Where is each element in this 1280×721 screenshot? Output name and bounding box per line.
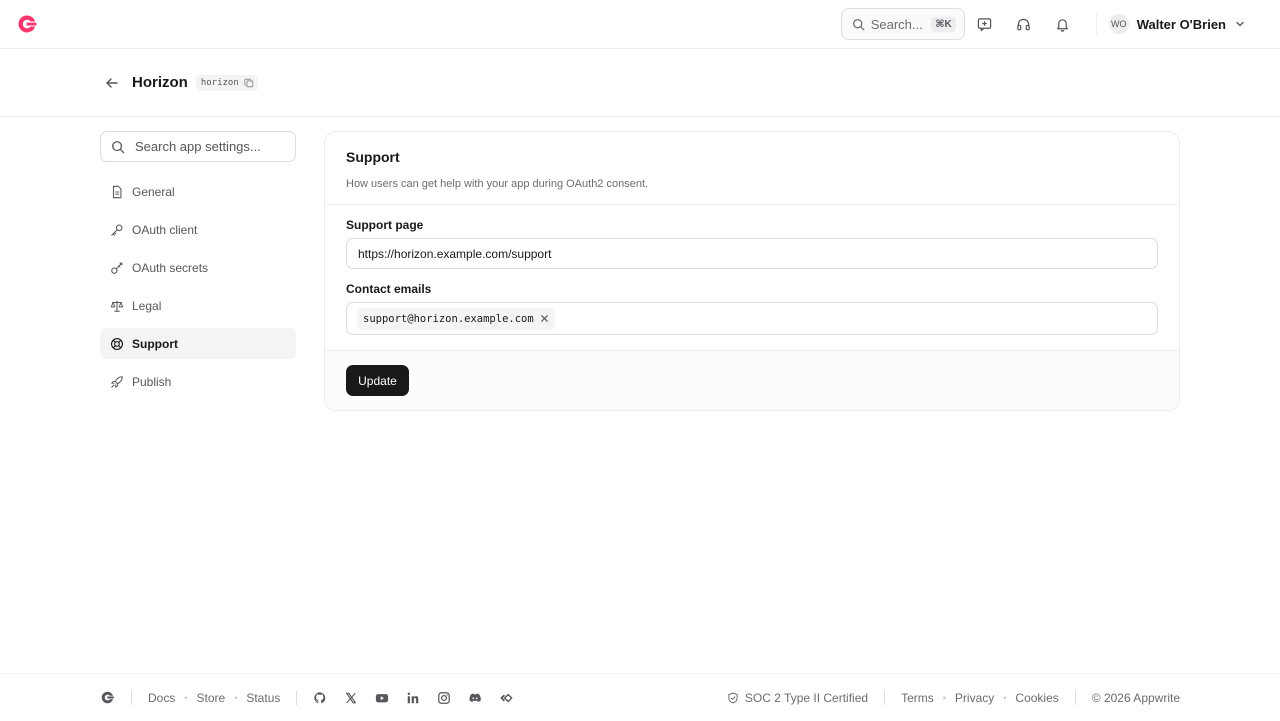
instagram-icon[interactable] <box>437 691 451 705</box>
app-id: horizon <box>200 77 239 88</box>
footer-divider <box>296 690 298 705</box>
appwrite-logo-icon[interactable] <box>100 690 115 705</box>
search-icon <box>111 140 125 154</box>
copyright: © 2026 Appwrite <box>1091 690 1180 705</box>
soc2-label: SOC 2 Type II Certified <box>744 690 869 705</box>
close-icon[interactable] <box>540 314 549 323</box>
key-secret-icon <box>110 261 124 275</box>
footer-dot: • <box>942 692 946 703</box>
footer-dot: • <box>184 692 188 703</box>
user-menu[interactable]: WO Walter O'Brien <box>1108 14 1246 34</box>
key-icon <box>110 223 124 237</box>
scale-icon <box>110 299 124 313</box>
footer-divider <box>131 690 132 705</box>
sidebar-item-general[interactable]: General <box>100 176 296 207</box>
back-button[interactable] <box>104 75 120 91</box>
youtube-icon[interactable] <box>375 691 389 705</box>
footer-link-cookies[interactable]: Cookies <box>1015 691 1058 705</box>
github-icon[interactable] <box>313 691 327 705</box>
contact-emails-label: Contact emails <box>346 282 432 296</box>
avatar: WO <box>1108 14 1129 34</box>
global-search-button[interactable]: Search... ⌘K <box>840 8 965 40</box>
support-card: Support How users can get help with your… <box>324 131 1180 411</box>
search-button-label: Search... <box>870 16 923 32</box>
shield-icon <box>727 692 739 704</box>
app-id-badge: horizon <box>195 74 258 91</box>
settings-sidebar: General OAuth client OAuth secrets Legal… <box>100 131 296 404</box>
topbar-divider <box>1095 13 1097 35</box>
settings-nav: General OAuth client OAuth secrets Legal… <box>100 176 296 397</box>
footer-dot: • <box>1003 692 1007 703</box>
feedback-button[interactable] <box>966 8 1004 40</box>
appwrite-logo-icon[interactable] <box>16 13 38 35</box>
card-header: Support How users can get help with your… <box>325 132 1179 205</box>
sidebar-item-label: Legal <box>132 298 162 313</box>
contact-emails-input[interactable]: support@horizon.example.com <box>346 302 1158 335</box>
sidebar-item-label: OAuth client <box>132 222 198 237</box>
sidebar-item-label: General <box>132 184 175 199</box>
footer-link-privacy[interactable]: Privacy <box>955 691 994 705</box>
footer-divider <box>884 690 886 705</box>
footer-dot: • <box>234 692 238 703</box>
daily-dev-icon[interactable] <box>499 691 513 705</box>
top-bar: Search... ⌘K WO Walter O'Brien <box>0 0 1280 49</box>
card-title: Support <box>346 149 400 165</box>
bell-icon <box>1055 17 1070 32</box>
sidebar-item-label: OAuth secrets <box>132 260 209 275</box>
settings-search-input[interactable] <box>135 139 285 154</box>
lifebuoy-icon <box>110 337 124 351</box>
card-footer: Update <box>325 351 1179 410</box>
email-tag-text: support@horizon.example.com <box>363 312 534 325</box>
discord-icon[interactable] <box>468 691 482 705</box>
footer-link-docs[interactable]: Docs <box>148 691 175 705</box>
email-tag: support@horizon.example.com <box>357 307 555 330</box>
settings-search <box>100 131 296 162</box>
rocket-icon <box>110 375 124 389</box>
page-footer: Docs • Store • Status SOC 2 Type II Cert… <box>0 673 1280 721</box>
document-icon <box>110 185 124 199</box>
arrow-left-icon <box>104 75 120 91</box>
card-description: How users can get help with your app dur… <box>346 178 649 190</box>
sidebar-item-oauth-client[interactable]: OAuth client <box>100 214 296 245</box>
support-page-label: Support page <box>346 218 424 232</box>
support-page-input[interactable] <box>346 238 1158 269</box>
update-button[interactable]: Update <box>346 365 409 396</box>
social-links <box>313 691 513 705</box>
copy-icon[interactable] <box>244 78 254 88</box>
user-name: Walter O'Brien <box>1136 16 1226 32</box>
page-title: Horizon <box>132 74 188 91</box>
footer-link-status[interactable]: Status <box>246 691 280 705</box>
sidebar-item-label: Publish <box>132 374 172 389</box>
support-button[interactable] <box>1005 8 1043 40</box>
search-icon <box>852 18 865 31</box>
sidebar-item-legal[interactable]: Legal <box>100 290 296 321</box>
sidebar-item-label: Support <box>132 336 178 351</box>
card-body: Support page Contact emails support@hori… <box>325 205 1179 351</box>
sidebar-item-support[interactable]: Support <box>100 328 296 359</box>
chevron-down-icon <box>1234 18 1246 30</box>
footer-divider <box>1074 690 1076 705</box>
feedback-icon <box>977 17 992 32</box>
x-icon[interactable] <box>344 691 358 705</box>
linkedin-icon[interactable] <box>406 691 420 705</box>
footer-link-terms[interactable]: Terms <box>901 691 934 705</box>
notifications-button[interactable] <box>1044 8 1082 40</box>
sidebar-item-oauth-secrets[interactable]: OAuth secrets <box>100 252 296 283</box>
soc2-badge: SOC 2 Type II Certified <box>727 691 868 705</box>
sidebar-item-publish[interactable]: Publish <box>100 366 296 397</box>
headset-icon <box>1016 17 1031 32</box>
page-header: Horizon horizon <box>0 49 1280 117</box>
footer-link-store[interactable]: Store <box>197 691 226 705</box>
search-shortcut: ⌘K <box>931 16 956 32</box>
